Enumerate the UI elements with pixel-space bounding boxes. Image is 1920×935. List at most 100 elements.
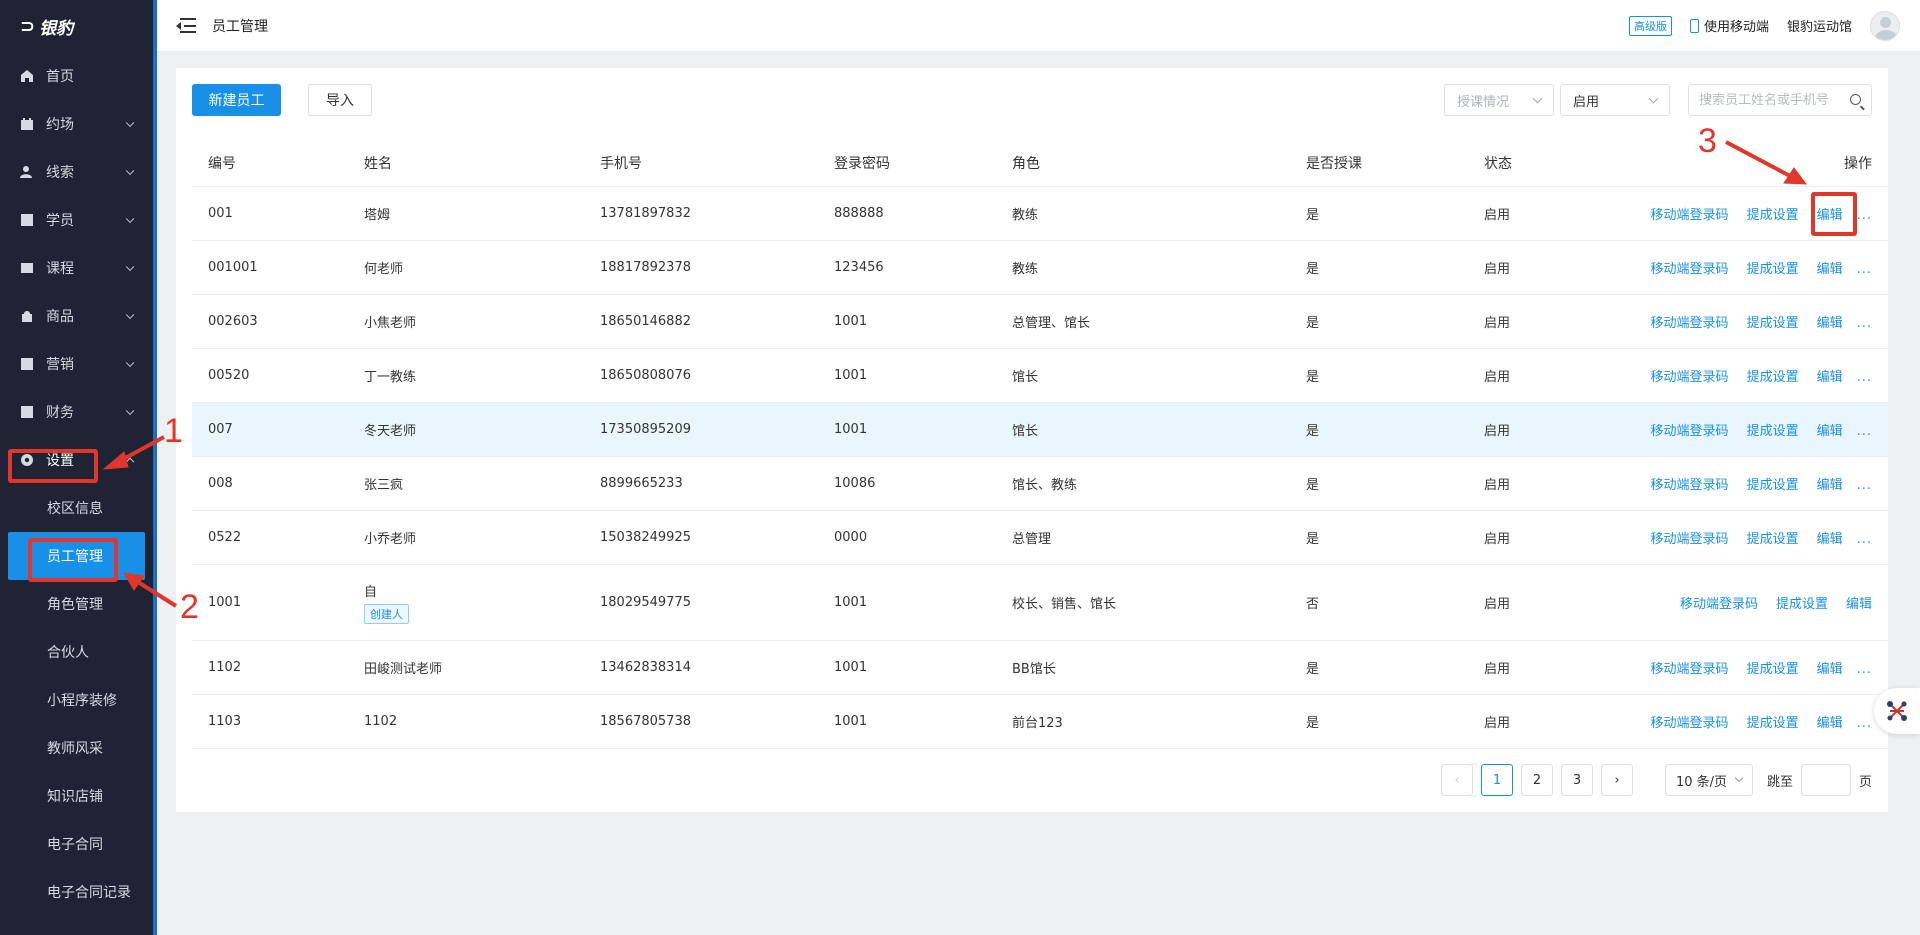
id-cell: 1102 [192, 640, 348, 695]
sidebar-item-courses[interactable]: 课程 [0, 244, 153, 292]
more-actions-button[interactable]: ... [1857, 262, 1872, 277]
home-icon [20, 69, 34, 83]
mobile-login-code-link[interactable]: 移动端登录码 [1651, 716, 1729, 731]
prev-page-button[interactable]: ‹ [1440, 764, 1473, 796]
teaches-cell-text: 是 [1306, 369, 1320, 385]
page-button-2[interactable]: 2 [1520, 764, 1553, 796]
sidebar-subitem-e-contract[interactable]: 电子合同 [0, 820, 153, 868]
new-staff-button[interactable]: 新建员工 [192, 84, 281, 116]
next-page-button[interactable]: › [1600, 764, 1633, 796]
sidebar-subitem-campus-info[interactable]: 校区信息 [0, 484, 153, 532]
edit-link[interactable]: 编辑 [1817, 478, 1843, 493]
edit-link[interactable]: 编辑 [1817, 716, 1843, 731]
commission-settings-link[interactable]: 提成设置 [1776, 597, 1828, 612]
sidebar-subitem-teacher-showcase[interactable]: 教师风采 [0, 724, 153, 772]
commission-settings-link[interactable]: 提成设置 [1747, 424, 1799, 439]
more-actions-button[interactable]: ... [1857, 716, 1872, 731]
more-actions-button[interactable]: ... [1857, 208, 1872, 223]
edit-link[interactable]: 编辑 [1817, 316, 1843, 331]
sidebar-item-finance[interactable]: 财务 [0, 388, 153, 436]
sidebar-subitem-partners[interactable]: 合伙人 [0, 628, 153, 676]
table-header-row: 编号 姓名 手机号 登录密码 角色 是否授课 状态 操作 [192, 140, 1888, 187]
sidebar-subitem-knowledge-store[interactable]: 知识店铺 [0, 772, 153, 820]
sidebar-subitem-staff-management[interactable]: 员工管理 [8, 532, 145, 580]
mobile-login-code-link[interactable]: 移动端登录码 [1651, 208, 1729, 223]
sidebar-subitem-role-management[interactable]: 角色管理 [0, 580, 153, 628]
password-cell: 1001 [818, 564, 996, 641]
commission-settings-link[interactable]: 提成设置 [1747, 532, 1799, 547]
more-actions-button[interactable]: ... [1857, 478, 1872, 493]
page-button-1[interactable]: 1 [1480, 764, 1513, 796]
role-cell: 教练 [996, 186, 1290, 241]
commission-settings-link[interactable]: 提成设置 [1747, 370, 1799, 385]
edit-link[interactable]: 编辑 [1817, 424, 1843, 439]
mobile-login-code-link[interactable]: 移动端登录码 [1651, 370, 1729, 385]
use-mobile-link[interactable]: 使用移动端 [1689, 16, 1769, 35]
page-button-3[interactable]: 3 [1560, 764, 1593, 796]
commission-settings-link[interactable]: 提成设置 [1747, 208, 1799, 223]
mobile-login-code-link[interactable]: 移动端登录码 [1651, 262, 1729, 277]
sidebar-item-settings[interactable]: 设置 [0, 436, 153, 484]
more-actions-button[interactable]: ... [1857, 532, 1872, 547]
edit-link[interactable]: 编辑 [1846, 597, 1872, 612]
teaching-filter-select[interactable]: 授课情况 [1444, 84, 1554, 116]
mobile-login-code-link[interactable]: 移动端登录码 [1651, 662, 1729, 677]
commission-settings-link[interactable]: 提成设置 [1747, 262, 1799, 277]
password-cell-text: 1001 [834, 421, 868, 437]
avatar[interactable] [1870, 10, 1900, 41]
more-actions-button[interactable]: ... [1857, 316, 1872, 331]
search-icon[interactable] [1850, 94, 1861, 105]
role-cell: 总管理 [996, 510, 1290, 565]
name-cell: 自创建人 [348, 564, 584, 641]
sidebar-item-students[interactable]: 学员 [0, 196, 153, 244]
edit-link[interactable]: 编辑 [1817, 662, 1843, 677]
column-header-phone: 手机号 [584, 140, 818, 187]
page-title: 员工管理 [212, 18, 268, 35]
mobile-login-code-link[interactable]: 移动端登录码 [1651, 424, 1729, 439]
edit-link[interactable]: 编辑 [1817, 208, 1843, 223]
password-cell-text: 1001 [834, 659, 868, 675]
commission-settings-link[interactable]: 提成设置 [1747, 478, 1799, 493]
status-filter-select[interactable]: 启用 [1560, 84, 1670, 116]
more-actions-button[interactable]: ... [1857, 424, 1872, 439]
mobile-login-code-link[interactable]: 移动端登录码 [1680, 597, 1758, 612]
sidebar-item-booking[interactable]: 约场 [0, 100, 153, 148]
commission-settings-link[interactable]: 提成设置 [1747, 662, 1799, 677]
floating-assistant-button[interactable] [1874, 688, 1920, 734]
more-actions-button[interactable]: ... [1857, 370, 1872, 385]
name-cell-text: 自 [364, 584, 378, 600]
brand-logo[interactable]: ⊃ 银豹 [0, 0, 153, 52]
page-size-select[interactable]: 10 条/页 [1664, 764, 1753, 796]
status-cell-text: 启用 [1484, 661, 1511, 677]
jump-page-input[interactable] [1800, 764, 1851, 796]
brand-mark-icon: ⊃ [20, 15, 35, 37]
mobile-login-code-link[interactable]: 移动端登录码 [1651, 478, 1729, 493]
sidebar-item-products[interactable]: 商品 [0, 292, 153, 340]
sidebar-item-marketing[interactable]: 营销 [0, 340, 153, 388]
sidebar-subitem-miniprogram-decor[interactable]: 小程序装修 [0, 676, 153, 724]
chevron-down-icon [1734, 773, 1744, 783]
sidebar-item-home[interactable]: 首页 [0, 52, 153, 100]
name-cell: 小焦老师 [348, 294, 584, 349]
jump-label: 跳至 [1766, 774, 1793, 790]
more-actions-button[interactable]: ... [1857, 662, 1872, 677]
role-cell: 馆长 [996, 402, 1290, 457]
menu-collapse-icon[interactable] [176, 17, 196, 34]
phone-cell: 13781897832 [584, 186, 818, 241]
commission-settings-link[interactable]: 提成设置 [1747, 716, 1799, 731]
id-cell: 1001 [192, 564, 348, 641]
edit-link[interactable]: 编辑 [1817, 262, 1843, 277]
mobile-login-code-link[interactable]: 移动端登录码 [1651, 532, 1729, 547]
search-input[interactable] [1689, 85, 1839, 115]
venue-name[interactable]: 银豹运动馆 [1787, 16, 1852, 35]
teaches-cell-text: 是 [1306, 715, 1320, 731]
commission-settings-link[interactable]: 提成设置 [1747, 316, 1799, 331]
mobile-login-code-link[interactable]: 移动端登录码 [1651, 316, 1729, 331]
sidebar-subitem-e-contract-records[interactable]: 电子合同记录 [0, 868, 153, 916]
import-button[interactable]: 导入 [308, 84, 372, 116]
edit-link[interactable]: 编辑 [1817, 370, 1843, 385]
edit-link[interactable]: 编辑 [1817, 532, 1843, 547]
column-header-status: 状态 [1468, 140, 1598, 187]
sidebar-item-leads[interactable]: 线索 [0, 148, 153, 196]
chevron-down-icon [125, 406, 135, 416]
